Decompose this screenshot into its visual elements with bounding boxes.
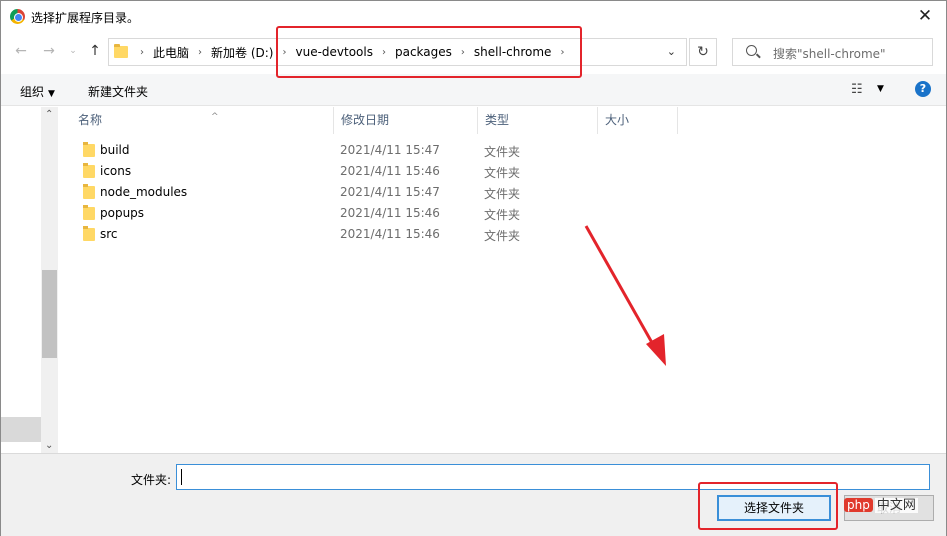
recent-locations-icon[interactable]: ⌄ xyxy=(63,41,83,61)
up-arrow-icon[interactable]: ↑ xyxy=(85,41,105,61)
new-folder-button[interactable]: 新建文件夹 xyxy=(88,83,148,100)
file-name: popups xyxy=(100,206,145,220)
file-row[interactable]: build 2021/4/11 15:47 文件夹 xyxy=(59,140,946,161)
file-date: 2021/4/11 15:47 xyxy=(340,185,440,199)
file-date: 2021/4/11 15:46 xyxy=(340,206,440,220)
navigation-pane-selected-item[interactable] xyxy=(1,417,41,442)
chevron-right-icon[interactable]: › xyxy=(198,47,202,58)
search-icon xyxy=(746,45,757,56)
folder-icon xyxy=(83,184,95,199)
organize-menu[interactable]: 组织 ▼ xyxy=(20,83,55,100)
column-name-label: 名称 xyxy=(78,113,103,127)
folder-icon xyxy=(114,44,128,58)
forward-arrow-icon[interactable]: → xyxy=(39,41,59,61)
file-row[interactable]: popups 2021/4/11 15:46 文件夹 xyxy=(59,203,946,224)
annotation-box-breadcrumb xyxy=(276,26,582,78)
search-input[interactable]: 搜索"shell-chrome" xyxy=(732,38,933,66)
refresh-button[interactable]: ↻ xyxy=(689,38,717,66)
watermark: php 中文网 xyxy=(844,494,918,513)
chevron-right-icon[interactable]: › xyxy=(140,47,144,58)
folder-field-label: 文件夹: xyxy=(131,473,172,487)
search-placeholder: 搜索"shell-chrome" xyxy=(773,47,886,61)
column-header-name[interactable]: 名称 ^ xyxy=(71,107,334,134)
folder-icon xyxy=(83,205,95,220)
file-list: 名称 ^ 修改日期 类型 大小 build 2021/4/11 15:47 文件… xyxy=(59,107,946,453)
file-name: build xyxy=(100,143,130,157)
scroll-down-icon[interactable]: ⌄ xyxy=(45,440,53,451)
chrome-icon xyxy=(10,9,25,24)
command-bar: 组织 ▼ 新建文件夹 ☷ ▼ ? xyxy=(1,74,946,106)
file-row[interactable]: node_modules 2021/4/11 15:47 文件夹 xyxy=(59,182,946,203)
view-options-icon[interactable]: ☷ xyxy=(851,82,863,97)
caret-down-icon[interactable]: ▼ xyxy=(877,84,884,94)
caret-down-icon: ▼ xyxy=(48,89,55,99)
text-caret xyxy=(181,469,182,485)
annotation-arrow-icon xyxy=(584,225,666,366)
file-type: 文件夹 xyxy=(484,208,521,222)
column-header-type[interactable]: 类型 xyxy=(478,107,598,134)
file-name: src xyxy=(100,227,118,241)
file-date: 2021/4/11 15:46 xyxy=(340,164,440,178)
window-title: 选择扩展程序目录。 xyxy=(31,11,140,25)
column-header-size[interactable]: 大小 xyxy=(598,107,678,134)
folder-icon xyxy=(83,163,95,178)
file-date: 2021/4/11 15:46 xyxy=(340,227,440,241)
file-name: icons xyxy=(100,164,132,178)
column-header-date[interactable]: 修改日期 xyxy=(334,107,478,134)
file-date: 2021/4/11 15:47 xyxy=(340,143,440,157)
scrollbar-thumb[interactable] xyxy=(42,270,57,358)
chevron-down-icon[interactable]: ⌄ xyxy=(667,45,676,58)
back-arrow-icon[interactable]: ← xyxy=(11,41,31,61)
navigation-scrollbar[interactable]: ⌃ ⌄ xyxy=(41,107,58,453)
file-row[interactable]: icons 2021/4/11 15:46 文件夹 xyxy=(59,161,946,182)
folder-picker-dialog: 选择扩展程序目录。 ✕ ← → ⌄ ↑ › 此电脑 › 新加卷 (D:) › v… xyxy=(0,0,947,536)
folder-icon xyxy=(83,226,95,241)
breadcrumb-drive-d[interactable]: 新加卷 (D:) xyxy=(211,44,273,61)
breadcrumb-this-pc[interactable]: 此电脑 xyxy=(153,44,189,61)
organize-label: 组织 xyxy=(20,85,45,99)
help-button[interactable]: ? xyxy=(915,81,931,97)
folder-icon xyxy=(83,142,95,157)
close-button[interactable]: ✕ xyxy=(914,5,936,27)
sort-up-icon: ^ xyxy=(211,112,219,122)
watermark-badge: php xyxy=(844,498,873,512)
file-name: node_modules xyxy=(100,185,188,199)
file-type: 文件夹 xyxy=(484,229,521,243)
file-type: 文件夹 xyxy=(484,187,521,201)
annotation-box-select-button xyxy=(698,482,838,530)
file-row[interactable]: src 2021/4/11 15:46 文件夹 xyxy=(59,224,946,245)
watermark-text: 中文网 xyxy=(874,498,918,513)
file-type: 文件夹 xyxy=(484,145,521,159)
scroll-up-icon[interactable]: ⌃ xyxy=(45,109,53,120)
file-type: 文件夹 xyxy=(484,166,521,180)
